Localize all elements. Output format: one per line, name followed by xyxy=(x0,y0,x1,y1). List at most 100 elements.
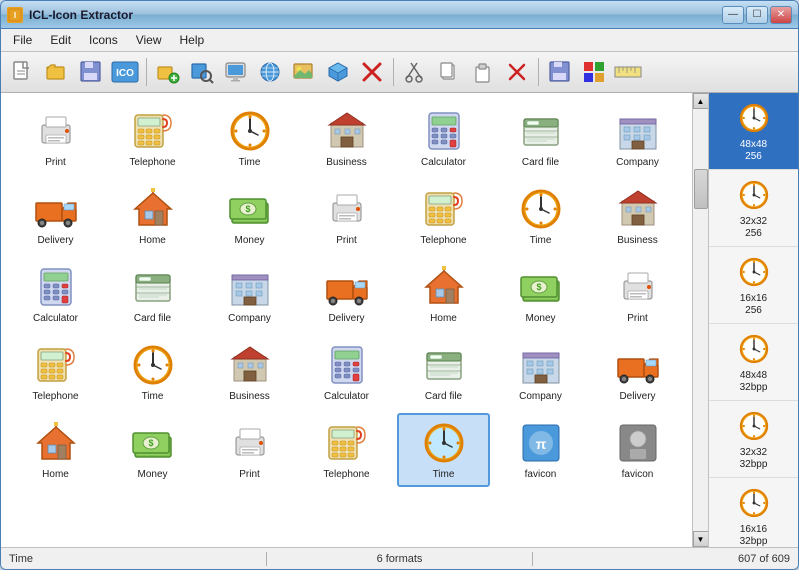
icon-label-15: Card file xyxy=(134,313,171,325)
icon-cell-16[interactable]: Company xyxy=(203,257,296,331)
icon-label-9: Money xyxy=(234,235,264,247)
icon-cell-8[interactable]: Home xyxy=(106,179,199,253)
sidebar-label-2: 16x16 256 xyxy=(740,293,767,317)
cut-button[interactable] xyxy=(399,56,431,88)
add-button[interactable] xyxy=(152,56,184,88)
menu-help[interactable]: Help xyxy=(172,31,213,49)
copy-button[interactable] xyxy=(433,56,465,88)
icon-cell-15[interactable]: Card file xyxy=(106,257,199,331)
menu-icons[interactable]: Icons xyxy=(81,31,126,49)
windows-button[interactable] xyxy=(578,56,610,88)
sidebar-item-4[interactable]: 32x32 32bpp xyxy=(709,401,798,478)
sidebar-item-5[interactable]: 16x16 32bpp xyxy=(709,478,798,547)
sidebar-label-3: 48x48 32bpp xyxy=(740,370,768,394)
icon-cell-26[interactable]: Company xyxy=(494,335,587,409)
icon-cell-34[interactable]: favicon xyxy=(591,413,684,487)
icon-image-33: π xyxy=(517,419,565,467)
icon-image-11 xyxy=(420,185,468,233)
delete2-button[interactable] xyxy=(501,56,533,88)
icon-cell-28[interactable]: Home xyxy=(9,413,102,487)
icon-cell-22[interactable]: Time xyxy=(106,335,199,409)
icon-label-10: Print xyxy=(336,235,357,247)
scroll-thumb[interactable] xyxy=(694,169,708,209)
ruler-button[interactable] xyxy=(612,56,644,88)
icon-cell-27[interactable]: Delivery xyxy=(591,335,684,409)
icon-grid-container[interactable]: Print Telephone xyxy=(1,93,692,547)
svg-text:ICO: ICO xyxy=(116,68,134,79)
maximize-button[interactable]: ☐ xyxy=(746,6,768,24)
delete-button[interactable] xyxy=(356,56,388,88)
icon-cell-6[interactable]: Company xyxy=(591,101,684,175)
icon-image-19: $ $ xyxy=(517,263,565,311)
sidebar-item-2[interactable]: 16x16 256 xyxy=(709,247,798,324)
grid-section: Print Telephone xyxy=(1,93,708,547)
icon-cell-14[interactable]: Calculator xyxy=(9,257,102,331)
icon-image-0 xyxy=(32,107,80,155)
save2-button[interactable] xyxy=(544,56,576,88)
status-formats: 6 formats xyxy=(275,553,524,565)
icon-image-28 xyxy=(32,419,80,467)
icon-image-4 xyxy=(420,107,468,155)
monitor-button[interactable] xyxy=(220,56,252,88)
icon-cell-29[interactable]: $ $ Money xyxy=(106,413,199,487)
image-button[interactable] xyxy=(288,56,320,88)
paste-button[interactable] xyxy=(467,56,499,88)
icon-label-32: Time xyxy=(433,469,455,481)
menu-edit[interactable]: Edit xyxy=(42,31,79,49)
icon-cell-31[interactable]: Telephone xyxy=(300,413,393,487)
icon-cell-30[interactable]: Print xyxy=(203,413,296,487)
icon-cell-33[interactable]: π favicon xyxy=(494,413,587,487)
icon-cell-32[interactable]: Time xyxy=(397,413,490,487)
svg-text:π: π xyxy=(535,436,546,452)
icon-cell-24[interactable]: Calculator xyxy=(300,335,393,409)
new-button[interactable] xyxy=(7,56,39,88)
sidebar-item-0[interactable]: 48x48 256 xyxy=(709,93,798,170)
minimize-button[interactable]: — xyxy=(722,6,744,24)
icon-label-7: Delivery xyxy=(37,235,73,247)
icon-cell-21[interactable]: Telephone xyxy=(9,335,102,409)
icon-cell-10[interactable]: Print xyxy=(300,179,393,253)
box-button[interactable] xyxy=(322,56,354,88)
save-button[interactable] xyxy=(75,56,107,88)
icon-cell-12[interactable]: Time xyxy=(494,179,587,253)
status-sep-2 xyxy=(532,552,533,566)
icon-cell-4[interactable]: Calculator xyxy=(397,101,490,175)
globe-button[interactable] xyxy=(254,56,286,88)
icon-cell-18[interactable]: Home xyxy=(397,257,490,331)
icon-cell-7[interactable]: Delivery xyxy=(9,179,102,253)
icon-cell-0[interactable]: Print xyxy=(9,101,102,175)
icon-label-31: Telephone xyxy=(323,469,369,481)
app-icon: I xyxy=(7,7,23,23)
sidebar-icon-1 xyxy=(735,176,773,214)
icon-label-33: favicon xyxy=(525,469,557,481)
icon-cell-2[interactable]: Time xyxy=(203,101,296,175)
icon-cell-25[interactable]: Card file xyxy=(397,335,490,409)
search-button[interactable] xyxy=(186,56,218,88)
icon-cell-3[interactable]: Business xyxy=(300,101,393,175)
menu-file[interactable]: File xyxy=(5,31,40,49)
scroll-down[interactable]: ▼ xyxy=(693,531,709,547)
icon-cell-19[interactable]: $ $ Money xyxy=(494,257,587,331)
icon-cell-20[interactable]: Print xyxy=(591,257,684,331)
icon-image-18 xyxy=(420,263,468,311)
scroll-up[interactable]: ▲ xyxy=(693,93,709,109)
icon-label-24: Calculator xyxy=(324,391,369,403)
menu-view[interactable]: View xyxy=(128,31,170,49)
icon-cell-23[interactable]: Business xyxy=(203,335,296,409)
icon-cell-17[interactable]: Delivery xyxy=(300,257,393,331)
icon-cell-9[interactable]: $ $ Money xyxy=(203,179,296,253)
icon-image-12 xyxy=(517,185,565,233)
icon-cell-13[interactable]: Business xyxy=(591,179,684,253)
icon-cell-1[interactable]: Telephone xyxy=(106,101,199,175)
icon-cell-5[interactable]: Card file xyxy=(494,101,587,175)
icon-cell-11[interactable]: Telephone xyxy=(397,179,490,253)
ico-button[interactable]: ICO xyxy=(109,56,141,88)
open-button[interactable] xyxy=(41,56,73,88)
close-button[interactable]: ✕ xyxy=(770,6,792,24)
icon-label-1: Telephone xyxy=(129,157,175,169)
icon-image-26 xyxy=(517,341,565,389)
icon-image-1 xyxy=(129,107,177,155)
sidebar-item-3[interactable]: 48x48 32bpp xyxy=(709,324,798,401)
sidebar-item-1[interactable]: 32x32 256 xyxy=(709,170,798,247)
icon-label-23: Business xyxy=(229,391,270,403)
